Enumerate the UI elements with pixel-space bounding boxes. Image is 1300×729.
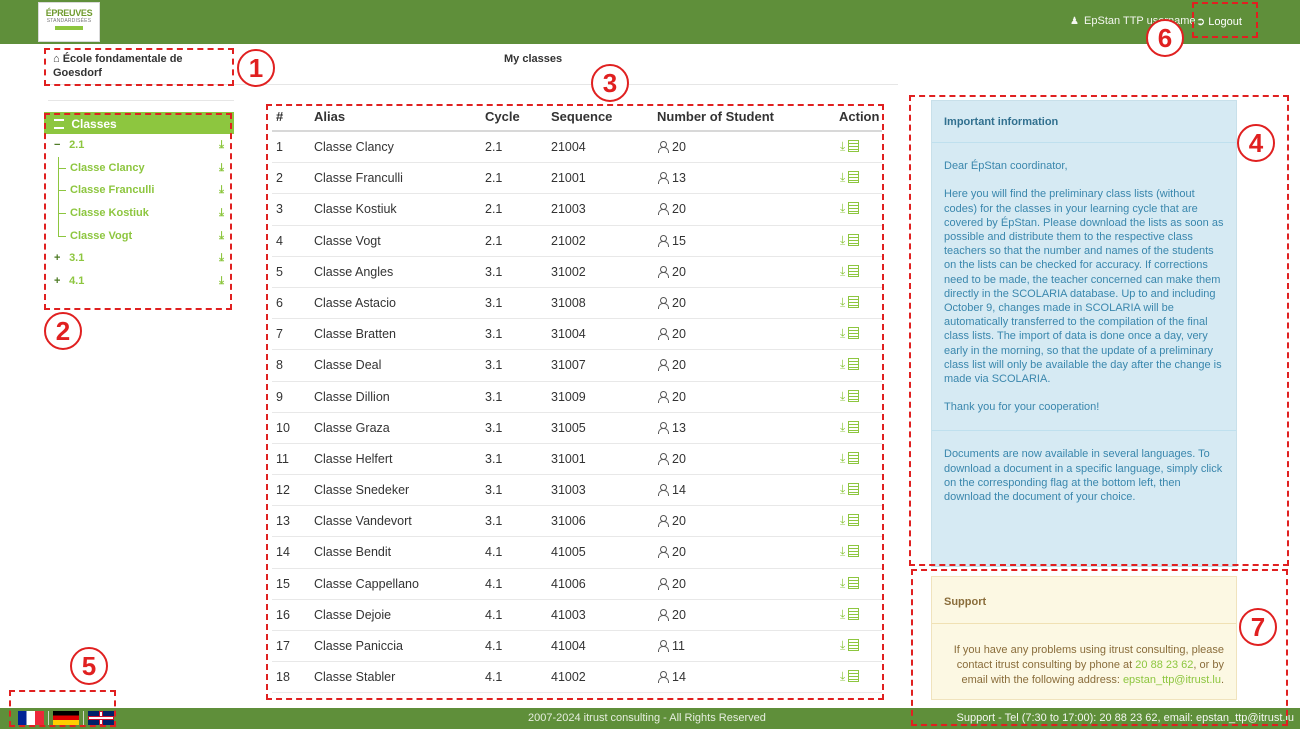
- callout-number-6: 6: [1146, 19, 1184, 57]
- callout-number-7: 7: [1239, 608, 1277, 646]
- callout-number-3: 3: [591, 64, 629, 102]
- logo-line3-bar: [55, 26, 83, 30]
- callout-number-5: 5: [70, 647, 108, 685]
- sidebar-divider: [48, 100, 234, 101]
- user-icon: ♟: [1070, 16, 1079, 27]
- callout-box-1: [44, 48, 234, 86]
- callout-box-7: [911, 569, 1288, 726]
- top-bar: ÉPREUVES STANDARDISÉES ♟ EpStan TTP user…: [0, 0, 1300, 44]
- callout-box-6: [1192, 2, 1258, 38]
- epstan-logo[interactable]: ÉPREUVES STANDARDISÉES: [38, 2, 100, 42]
- callout-box-5: [9, 690, 116, 727]
- footer-copyright: 2007-2024 itrust consulting - All Rights…: [528, 712, 766, 724]
- callout-number-4: 4: [1237, 124, 1275, 162]
- callout-box-2: [44, 113, 232, 310]
- callout-box-4: [909, 95, 1289, 566]
- callout-box-3: [266, 104, 884, 700]
- callout-number-1: 1: [237, 49, 275, 87]
- callout-number-2: 2: [44, 312, 82, 350]
- logo-line1: ÉPREUVES: [45, 8, 93, 18]
- page-title: My classes: [504, 53, 563, 65]
- logo-line2: STANDARDISÉES: [46, 18, 92, 24]
